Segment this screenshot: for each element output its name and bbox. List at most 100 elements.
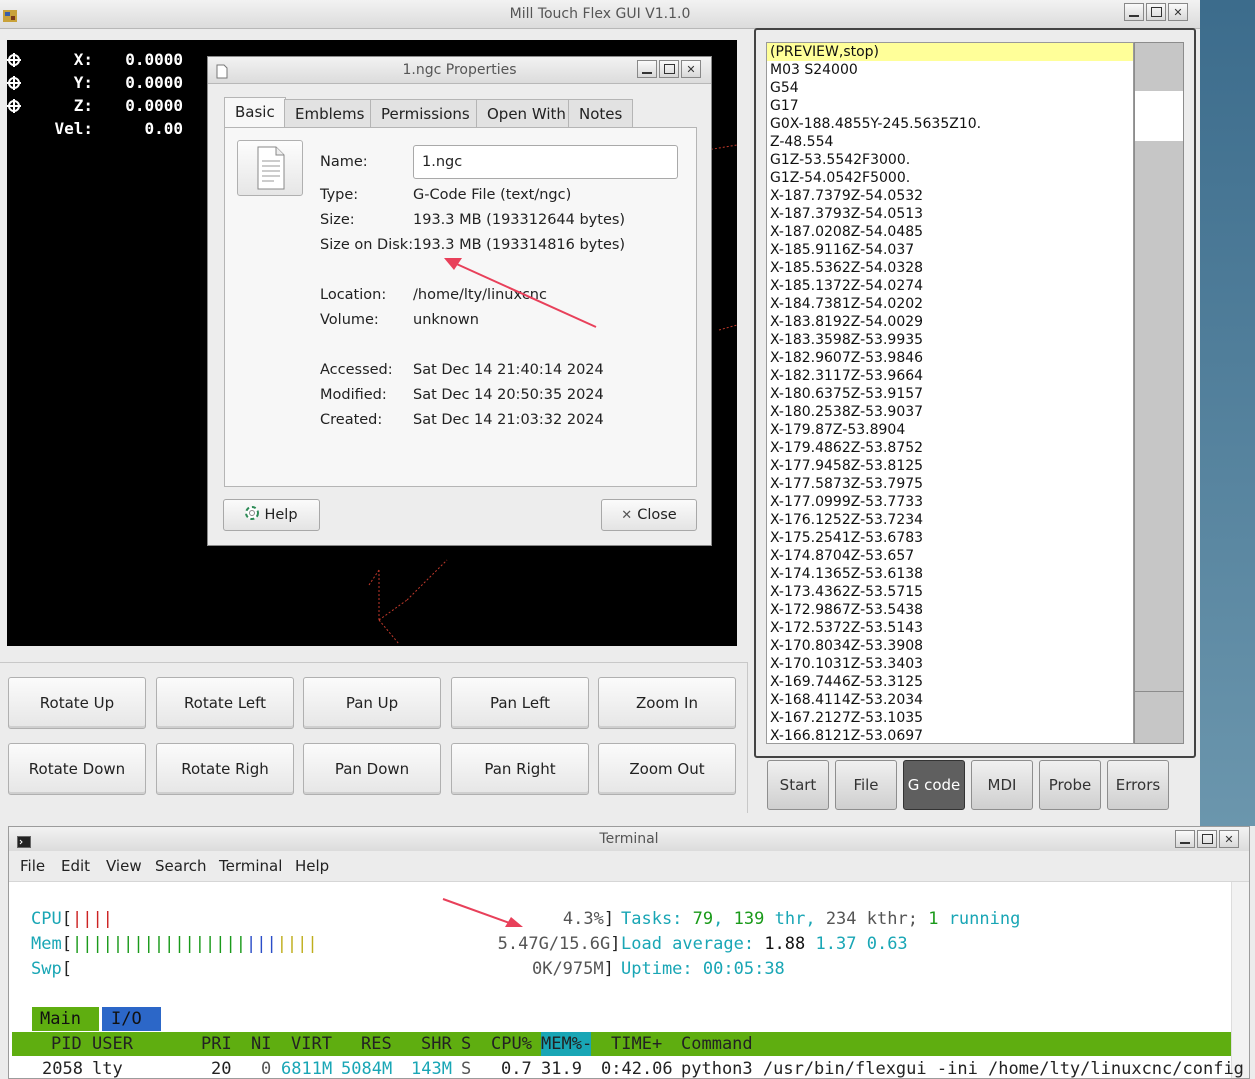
gcode-line[interactable]: X-169.7446Z-53.3125: [767, 673, 1133, 691]
tab-mdi[interactable]: MDI: [971, 760, 1033, 810]
name-input[interactable]: 1.ngc: [413, 145, 678, 179]
maximize-button[interactable]: [1146, 3, 1166, 21]
gcode-line[interactable]: (PREVIEW,stop): [767, 43, 1133, 61]
gcode-line[interactable]: X-170.1031Z-53.3403: [767, 655, 1133, 673]
gcode-line[interactable]: X-167.2127Z-53.1035: [767, 709, 1133, 727]
gcode-line[interactable]: X-183.8192Z-54.0029: [767, 313, 1133, 331]
gcode-line[interactable]: Z-48.554: [767, 133, 1133, 151]
gcode-line[interactable]: X-185.5362Z-54.0328: [767, 259, 1133, 277]
gcode-line[interactable]: X-174.8704Z-53.657: [767, 547, 1133, 565]
gcode-line[interactable]: X-177.5873Z-53.7975: [767, 475, 1133, 493]
terminal-close-button[interactable]: ✕: [1219, 830, 1239, 848]
menu-edit[interactable]: Edit: [61, 857, 90, 875]
gcode-line[interactable]: X-180.2538Z-53.9037: [767, 403, 1133, 421]
tab-notes[interactable]: Notes: [568, 99, 634, 127]
tab-errors[interactable]: Errors: [1107, 760, 1169, 810]
col-command[interactable]: Command: [681, 1034, 753, 1054]
rotate-up-button[interactable]: Rotate Up: [8, 677, 146, 729]
dialog-minimize-button[interactable]: [637, 60, 657, 78]
close-button[interactable]: ✕ Close: [601, 499, 697, 531]
col-pri[interactable]: PRI: [201, 1034, 232, 1054]
dialog-close-x-button[interactable]: ✕: [681, 60, 701, 78]
terminal-title-bar: Terminal ✕: [9, 827, 1249, 852]
menu-file[interactable]: File: [20, 857, 45, 875]
gcode-line[interactable]: X-177.9458Z-53.8125: [767, 457, 1133, 475]
gcode-list[interactable]: (PREVIEW,stop) M03 S24000 G54 G17 G0X-188.48…: [766, 42, 1134, 744]
col-mem[interactable]: MEM%-: [541, 1034, 592, 1054]
gcode-line[interactable]: X-182.9607Z-53.9846: [767, 349, 1133, 367]
col-ni[interactable]: NI: [251, 1034, 271, 1054]
gcode-line[interactable]: X-177.0999Z-53.7733: [767, 493, 1133, 511]
terminal-scrollbar[interactable]: [1231, 882, 1249, 1078]
gcode-line[interactable]: X-184.7381Z-54.0202: [767, 295, 1133, 313]
menu-search[interactable]: Search: [155, 857, 207, 875]
col-time[interactable]: TIME+: [611, 1034, 662, 1054]
gcode-line[interactable]: X-166.8121Z-53.0697: [767, 727, 1133, 743]
gcode-line[interactable]: X-185.9116Z-54.037: [767, 241, 1133, 259]
col-res[interactable]: RES: [361, 1034, 392, 1054]
gcode-line[interactable]: X-168.4114Z-53.2034: [767, 691, 1133, 709]
gcode-line[interactable]: X-172.5372Z-53.5143: [767, 619, 1133, 637]
menu-terminal[interactable]: Terminal: [219, 857, 282, 875]
gcode-line[interactable]: X-179.4862Z-53.8752: [767, 439, 1133, 457]
zoom-out-button[interactable]: Zoom Out: [598, 743, 736, 795]
gcode-line[interactable]: X-176.1252Z-53.7234: [767, 511, 1133, 529]
col-virt[interactable]: VIRT: [291, 1034, 332, 1054]
pan-left-button[interactable]: Pan Left: [451, 677, 589, 729]
gcode-line[interactable]: G0X-188.4855Y-245.5635Z10.: [767, 115, 1133, 133]
terminal-minimize-button[interactable]: [1175, 830, 1195, 848]
pan-down-button[interactable]: Pan Down: [303, 743, 441, 795]
htop-tab-main[interactable]: Main: [32, 1007, 99, 1031]
tab-gcode[interactable]: G code: [903, 760, 965, 810]
gcode-line[interactable]: X-175.2541Z-53.6783: [767, 529, 1133, 547]
pan-right-button[interactable]: Pan Right: [451, 743, 589, 795]
help-button[interactable]: Help: [223, 499, 320, 531]
dialog-title: 1.ngc Properties: [402, 62, 517, 78]
row-time: 0:42.06: [601, 1059, 673, 1079]
minimize-button[interactable]: [1124, 3, 1144, 21]
gcode-line[interactable]: X-179.87Z-53.8904: [767, 421, 1133, 439]
menu-view[interactable]: View: [106, 857, 142, 875]
menu-help[interactable]: Help: [295, 857, 329, 875]
gcode-line[interactable]: X-183.3598Z-53.9935: [767, 331, 1133, 349]
tab-permissions[interactable]: Permissions: [370, 99, 481, 127]
gcode-line[interactable]: X-187.7379Z-54.0532: [767, 187, 1133, 205]
gcode-line[interactable]: X-170.8034Z-53.3908: [767, 637, 1133, 655]
terminal-annotation-arrow: [442, 898, 523, 927]
gcode-line[interactable]: X-187.0208Z-54.0485: [767, 223, 1133, 241]
col-cpu[interactable]: CPU%: [491, 1034, 532, 1054]
col-pid[interactable]: PID: [51, 1034, 82, 1054]
col-shr[interactable]: SHR: [421, 1034, 452, 1054]
tab-basic[interactable]: Basic: [224, 97, 286, 127]
gcode-line[interactable]: X-182.3117Z-53.9664: [767, 367, 1133, 385]
pan-up-button[interactable]: Pan Up: [303, 677, 441, 729]
gcode-line[interactable]: G1Z-53.5542F3000.: [767, 151, 1133, 169]
col-s[interactable]: S: [461, 1034, 471, 1054]
tab-probe[interactable]: Probe: [1039, 760, 1101, 810]
close-window-button[interactable]: ✕: [1168, 3, 1188, 21]
tab-start[interactable]: Start: [767, 760, 829, 810]
gcode-line[interactable]: X-172.9867Z-53.5438: [767, 601, 1133, 619]
dialog-maximize-button[interactable]: [659, 60, 679, 78]
col-user[interactable]: USER: [92, 1034, 133, 1054]
scrollbar-thumb[interactable]: [1135, 91, 1183, 141]
tab-file[interactable]: File: [835, 760, 897, 810]
gcode-line[interactable]: M03 S24000: [767, 61, 1133, 79]
gcode-line[interactable]: X-173.4362Z-53.5715: [767, 583, 1133, 601]
gcode-line[interactable]: G17: [767, 97, 1133, 115]
gcode-line[interactable]: G1Z-54.0542F5000.: [767, 169, 1133, 187]
gcode-line[interactable]: X-185.1372Z-54.0274: [767, 277, 1133, 295]
gcode-line[interactable]: X-180.6375Z-53.9157: [767, 385, 1133, 403]
htop-tab-io[interactable]: I/O: [102, 1007, 161, 1031]
tab-emblems[interactable]: Emblems: [284, 99, 376, 127]
zoom-in-button[interactable]: Zoom In: [598, 677, 736, 729]
rotate-left-button[interactable]: Rotate Left: [156, 677, 294, 729]
gcode-line[interactable]: G54: [767, 79, 1133, 97]
gcode-line[interactable]: X-174.1365Z-53.6138: [767, 565, 1133, 583]
gcode-line[interactable]: X-187.3793Z-54.0513: [767, 205, 1133, 223]
rotate-right-button[interactable]: Rotate Righ: [156, 743, 294, 795]
tab-open-with[interactable]: Open With: [476, 99, 577, 127]
gcode-scrollbar[interactable]: [1134, 42, 1184, 744]
rotate-down-button[interactable]: Rotate Down: [8, 743, 146, 795]
terminal-maximize-button[interactable]: [1197, 830, 1217, 848]
